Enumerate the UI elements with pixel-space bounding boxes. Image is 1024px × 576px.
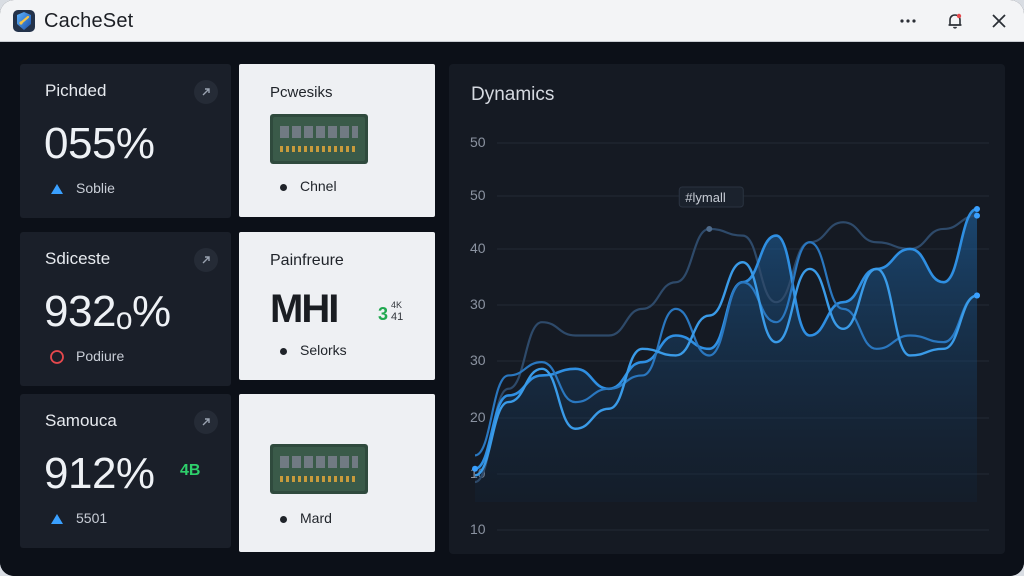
chip-card-3[interactable]: Mard (239, 394, 435, 552)
close-button[interactable] (984, 6, 1014, 36)
bell-icon (948, 13, 962, 29)
close-icon (992, 14, 1006, 28)
notifications-button[interactable] (940, 6, 970, 36)
annotation-point (706, 225, 713, 232)
stat-card-extra: 4B (180, 462, 201, 479)
y-tick-label: 30 (470, 296, 486, 312)
y-tick-label: 10 (470, 521, 486, 537)
bullet-dot (280, 184, 287, 191)
series-start-point (472, 465, 478, 472)
stat-card-value: 055% (44, 119, 155, 168)
app-window: CacheSet Pichded 055% Soblie Sdiceste 93… (0, 0, 1024, 576)
barcode-text: MHI (270, 290, 337, 330)
titlebar: CacheSet (0, 0, 1024, 42)
stat-card-open-button[interactable] (194, 410, 218, 434)
arrow-right-icon (202, 256, 210, 264)
chip-card-foot: Mard (300, 510, 332, 526)
memory-chip-image (270, 114, 368, 164)
chip-card-1[interactable]: Pcwesiks Chnel (239, 64, 435, 217)
chip-card-foot: Selorks (300, 342, 347, 358)
app-logo-icon (13, 10, 35, 32)
barcode-superscript: 4K (391, 300, 402, 310)
app-title: CacheSet (44, 10, 134, 32)
stat-card-foot-label: Podiure (76, 348, 125, 364)
annotation-label: #lymall (685, 190, 726, 205)
barcode-image: MHI 3 4K 41 (270, 290, 403, 330)
chip-card-title: Painfreure (270, 252, 344, 269)
stat-card-value: 932ₒ% (44, 287, 171, 336)
chip-card-title: Pcwesiks (270, 84, 333, 101)
bullet-dot (280, 348, 287, 355)
y-tick-label: 30 (470, 352, 486, 368)
dynamics-chart-card: Dynamics 505040303020101020d30o15o90o10n… (449, 64, 1005, 554)
triangle-up-icon (51, 514, 63, 524)
stat-card-open-button[interactable] (194, 248, 218, 272)
stat-card-value: 912% (44, 449, 155, 498)
barcode-number: 3 (378, 304, 388, 324)
series-area-fill (475, 208, 977, 502)
dynamics-chart: 505040303020101020d30o15o90o10n13hl20n#l… (470, 134, 989, 537)
circle-outline-icon (50, 350, 64, 364)
bullet-dot (280, 516, 287, 523)
memory-chip-image (270, 444, 368, 494)
more-options-button[interactable] (893, 6, 923, 36)
dashboard-content: Pichded 055% Soblie Sdiceste 932ₒ% Podiu… (0, 42, 1024, 576)
barcode-subscript: 41 (391, 311, 403, 323)
chip-card-foot: Chnel (300, 178, 337, 194)
y-tick-label: 50 (470, 187, 486, 203)
stat-card-2[interactable]: Sdiceste 932ₒ% Podiure (20, 232, 231, 386)
series-end-point (974, 205, 980, 212)
stat-card-title: Sdiceste (45, 249, 111, 268)
arrow-right-icon (202, 418, 210, 426)
stat-card-title: Samouca (45, 411, 117, 430)
stat-card-1[interactable]: Pichded 055% Soblie (20, 64, 231, 218)
arrow-right-icon (202, 88, 210, 96)
stat-card-3[interactable]: Samouca 912% 4B 5501 (20, 394, 231, 548)
stat-card-foot-label: Soblie (76, 180, 115, 196)
more-horizontal-icon (900, 19, 916, 23)
stat-card-foot-label: 5501 (76, 510, 108, 526)
stat-card-open-button[interactable] (194, 80, 218, 104)
y-tick-label: 50 (470, 134, 486, 150)
stat-card-title: Pichded (45, 81, 107, 100)
series-end-point (974, 292, 980, 299)
chip-card-2[interactable]: Painfreure MHI 3 4K 41 Selorks (239, 232, 435, 380)
y-tick-label: 20 (470, 409, 486, 425)
triangle-up-icon (51, 184, 63, 194)
y-tick-label: 40 (470, 240, 486, 256)
series-end-point (974, 212, 980, 219)
